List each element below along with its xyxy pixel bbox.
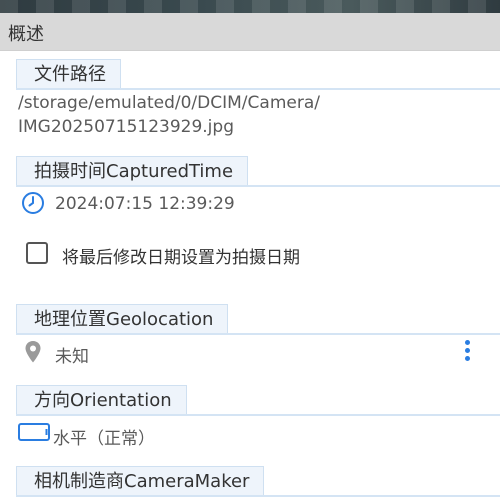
section-geolocation-label: 地理位置Geolocation bbox=[16, 304, 229, 334]
section-file-path-label: 文件路径 bbox=[16, 59, 121, 89]
screen-landscape-icon bbox=[18, 423, 50, 445]
section-captured-time-label: 拍摄时间CapturedTime bbox=[16, 156, 249, 186]
section-divider bbox=[16, 495, 500, 497]
orientation-value: 水平（正常） bbox=[53, 429, 155, 449]
section-divider bbox=[16, 333, 500, 335]
section-orientation-label: 方向Orientation bbox=[16, 385, 187, 415]
clock-icon bbox=[21, 191, 45, 219]
section-divider bbox=[16, 185, 500, 187]
more-vertical-icon[interactable] bbox=[458, 337, 476, 367]
location-pin-icon bbox=[24, 340, 42, 368]
file-path-line-1: /storage/emulated/0/DCIM/Camera/ bbox=[18, 93, 320, 113]
page-title: 概述 bbox=[8, 24, 44, 45]
set-modified-date-checkbox[interactable] bbox=[26, 242, 48, 264]
page-header: 概述 bbox=[0, 13, 500, 51]
geolocation-value: 未知 bbox=[55, 347, 89, 367]
set-modified-date-label[interactable]: 将最后修改日期设置为拍摄日期 bbox=[62, 243, 300, 268]
file-path-line-2: IMG20250715123929.jpg bbox=[18, 117, 234, 137]
section-divider bbox=[16, 88, 500, 90]
status-bar-strip bbox=[0, 0, 500, 13]
captured-time-value: 2024:07:15 12:39:29 bbox=[55, 194, 235, 214]
section-divider bbox=[16, 414, 500, 416]
section-camera-maker-label: 相机制造商CameraMaker bbox=[16, 466, 265, 496]
